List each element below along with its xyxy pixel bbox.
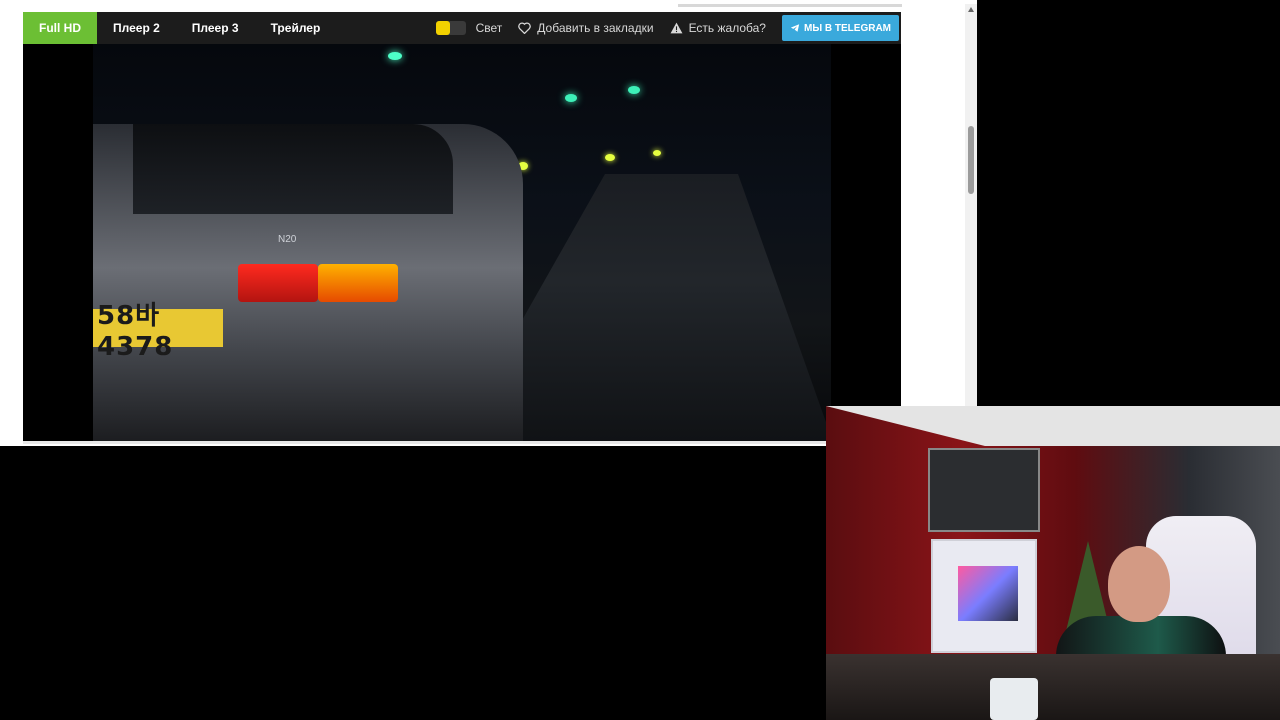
complaint-button[interactable]: Есть жалоба? <box>670 21 766 35</box>
webcam-pc-lights <box>958 566 1018 621</box>
light-toggle-knob <box>435 21 450 35</box>
video-car: 58바4378 N20 <box>93 124 523 442</box>
license-plate: 58바4378 <box>93 301 223 362</box>
tab-full-hd[interactable]: Full HD <box>23 12 97 44</box>
webcam-ceiling <box>826 406 1280 446</box>
webcam-pc-case <box>931 539 1037 653</box>
car-badge: N20 <box>278 234 297 245</box>
telegram-icon <box>790 24 800 32</box>
car-taillight-red <box>238 264 318 302</box>
streamer-head <box>1108 546 1170 622</box>
webcam-monitor <box>928 448 1040 532</box>
light-label: Свет <box>475 21 503 35</box>
light-toggle-switch[interactable] <box>435 21 466 35</box>
tab-player-3[interactable]: Плеер 3 <box>176 12 255 44</box>
street-light <box>628 86 640 94</box>
car-rear-window <box>133 124 453 214</box>
street-light <box>653 150 661 156</box>
player-bottom-bar <box>23 441 901 444</box>
scroll-up-arrow-icon[interactable] <box>967 6 975 14</box>
street-light <box>388 52 402 60</box>
bookmark-button[interactable]: Добавить в закладки <box>518 21 654 35</box>
webcam-overlay <box>826 406 1280 720</box>
street-light <box>605 154 615 161</box>
video-player: Full HD Плеер 2 Плеер 3 Трейлер Свет Доб… <box>23 12 901 442</box>
street-light <box>565 94 577 102</box>
tab-trailer[interactable]: Трейлер <box>255 12 337 44</box>
horizontal-scroll-thumb[interactable] <box>678 4 902 7</box>
warning-icon <box>670 22 683 34</box>
tab-player-2[interactable]: Плеер 2 <box>97 12 176 44</box>
telegram-button[interactable]: МЫ В TELEGRAM <box>781 15 899 41</box>
complaint-label: Есть жалоба? <box>688 21 766 35</box>
video-frame[interactable]: 58바4378 N20 <box>93 44 831 442</box>
webcam-desk <box>826 654 1280 720</box>
vertical-scroll-thumb[interactable] <box>968 126 974 194</box>
telegram-label: МЫ В TELEGRAM <box>803 22 891 34</box>
heart-icon <box>518 22 532 34</box>
webcam-mug <box>990 678 1038 720</box>
browser-page: Full HD Плеер 2 Плеер 3 Трейлер Свет Доб… <box>0 0 977 446</box>
player-tab-bar: Full HD Плеер 2 Плеер 3 Трейлер Свет Доб… <box>23 12 901 44</box>
car-taillight-amber <box>318 264 398 302</box>
light-toggle[interactable]: Свет <box>435 21 503 35</box>
bookmark-label: Добавить в закладки <box>537 21 654 35</box>
page-top-edge <box>0 0 965 7</box>
vertical-scrollbar[interactable] <box>965 4 977 446</box>
